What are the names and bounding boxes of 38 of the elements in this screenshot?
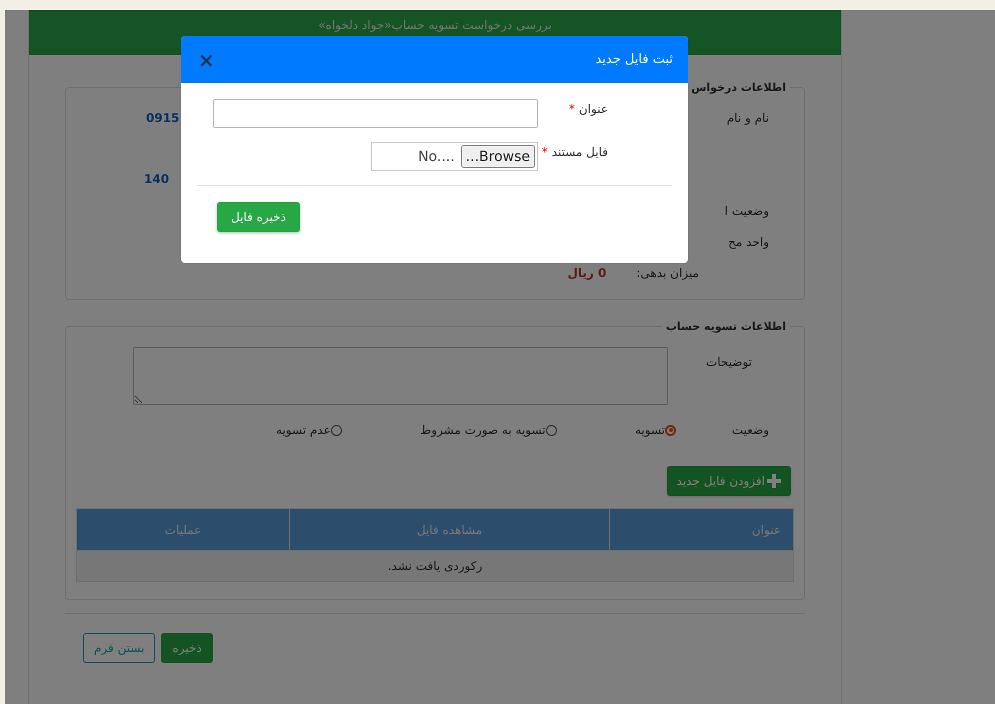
close-form-button[interactable]: بستن فرم: [83, 633, 156, 663]
close-button[interactable]: ×: [196, 50, 217, 70]
field-label: وضعیت: [730, 423, 769, 437]
column-header: عنوان: [610, 508, 794, 550]
debt-value: 0 ریال: [567, 266, 606, 280]
field-label: واحد مح: [728, 234, 769, 248]
add-file-button[interactable]: افزودن فایل جدید: [666, 466, 791, 496]
field-value: 140: [144, 171, 170, 188]
field-label: وضعیت ا: [724, 204, 769, 218]
description-field[interactable]: [133, 347, 668, 405]
page-title: بررسی درخواست تسویه حساب«جواد دلخواه»: [318, 18, 552, 32]
column-header: عملیات: [76, 508, 290, 550]
browse-button[interactable]: ...Browse: [460, 145, 535, 168]
required-mark: *: [568, 102, 575, 116]
status-option[interactable]: تسویه به صورت مشروط: [420, 423, 557, 437]
file-input-field[interactable]: No.... ...Browse: [371, 142, 538, 171]
section-title: اطلاعات تسویه حساب: [664, 320, 787, 333]
field-label: عنوان: [578, 102, 608, 116]
dialog-title: ثبت فایل جدید: [595, 52, 673, 67]
field-label: توضیحات: [704, 354, 752, 371]
column-header: مشاهده فایل: [290, 508, 610, 550]
radio-button[interactable]: [546, 424, 557, 436]
radio-button[interactable]: [330, 424, 342, 436]
save-file-button[interactable]: ذخیره فایل: [217, 202, 300, 232]
section-title: اطلاعات درخواس: [690, 81, 787, 94]
status-option[interactable]: عدم تسویه: [276, 423, 342, 437]
plus-icon: [767, 474, 781, 488]
empty-table-message: رکوردی یافت نشد.: [76, 550, 794, 582]
field-label: نام و نام: [726, 110, 769, 124]
radio-button[interactable]: [665, 424, 676, 436]
field-label: فایل مستند: [552, 145, 608, 159]
file-name: No....: [418, 148, 455, 164]
status-option[interactable]: تسویه: [634, 423, 676, 437]
field-label: میزان بدهی:: [636, 266, 699, 280]
phone-value: 0915: [146, 110, 180, 124]
required-mark: *: [542, 145, 548, 159]
title-input-field[interactable]: [213, 99, 538, 128]
save-button[interactable]: ذخیره: [161, 633, 213, 663]
